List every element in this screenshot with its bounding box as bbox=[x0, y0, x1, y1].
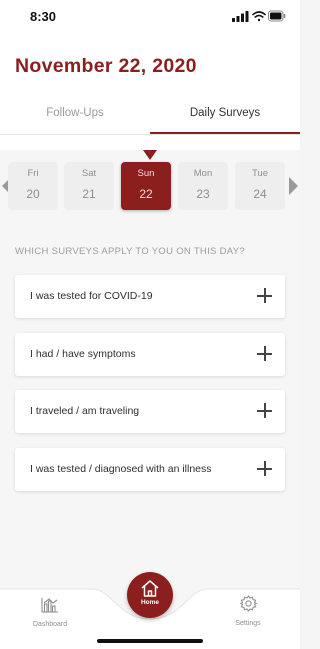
day-sat[interactable]: Sat 21 bbox=[64, 162, 114, 210]
home-icon bbox=[141, 580, 159, 597]
survey-traveled[interactable]: I traveled / am traveling bbox=[15, 390, 285, 433]
day-name: Tue bbox=[251, 168, 269, 179]
plus-icon[interactable] bbox=[257, 461, 272, 476]
day-tue[interactable]: Tue 24 bbox=[235, 162, 285, 210]
tab-divider bbox=[0, 134, 300, 135]
wifi-icon bbox=[252, 11, 266, 22]
survey-tested-covid[interactable]: I was tested for COVID-19 bbox=[15, 275, 285, 318]
day-name: Sat bbox=[81, 168, 97, 179]
survey-label: I traveled / am traveling bbox=[30, 405, 140, 417]
day-mon[interactable]: Mon 23 bbox=[178, 162, 228, 210]
date-title: November 22, 2020 bbox=[15, 55, 197, 77]
day-selector: Fri 20 Sat 21 Sun 22 Mon 23 Tue 24 bbox=[0, 150, 300, 220]
day-number: 24 bbox=[253, 187, 267, 201]
day-name: Sun bbox=[137, 168, 155, 179]
chart-icon bbox=[41, 598, 58, 613]
header: November 22, 2020 Follow-Ups Daily Surve… bbox=[0, 34, 300, 150]
tab-bar: Follow-Ups Daily Surveys bbox=[0, 98, 300, 134]
survey-label: I was tested / diagnosed with an illness bbox=[30, 463, 212, 475]
survey-label: I had / have symptoms bbox=[30, 348, 136, 360]
tab-follow-ups[interactable]: Follow-Ups bbox=[0, 98, 150, 134]
home-button[interactable]: Home bbox=[127, 572, 173, 618]
gear-icon bbox=[239, 595, 257, 612]
day-number: 22 bbox=[139, 187, 153, 201]
day-number: 21 bbox=[82, 187, 96, 201]
app-screen: 8:30 November 22, 2020 Follow-Ups Daily … bbox=[0, 0, 300, 649]
plus-icon[interactable] bbox=[257, 403, 272, 418]
tab-daily-surveys[interactable]: Daily Surveys bbox=[150, 98, 300, 134]
status-bar: 8:30 bbox=[0, 0, 300, 34]
day-number: 23 bbox=[196, 187, 210, 201]
next-day-arrow-icon[interactable] bbox=[289, 177, 298, 195]
selected-day-pointer-icon bbox=[143, 150, 157, 160]
home-label: Home bbox=[140, 599, 160, 606]
nav-dashboard[interactable]: Dashboard bbox=[20, 597, 80, 628]
plus-icon[interactable] bbox=[257, 346, 272, 361]
day-fri[interactable]: Fri 20 bbox=[8, 162, 58, 210]
day-number: 20 bbox=[26, 187, 40, 201]
day-sun[interactable]: Sun 22 bbox=[121, 162, 171, 210]
home-indicator bbox=[97, 639, 203, 643]
battery-icon bbox=[268, 10, 286, 22]
survey-label: I was tested for COVID-19 bbox=[30, 290, 153, 302]
day-name: Mon bbox=[193, 168, 213, 179]
status-icons bbox=[232, 10, 286, 22]
day-name: Fri bbox=[27, 168, 39, 179]
nav-settings-label: Settings bbox=[235, 620, 261, 627]
signal-icon bbox=[232, 11, 249, 22]
nav-settings[interactable]: Settings bbox=[218, 595, 278, 627]
survey-diagnosed-illness[interactable]: I was tested / diagnosed with an illness bbox=[15, 448, 285, 491]
plus-icon[interactable] bbox=[257, 288, 272, 303]
nav-dashboard-label: Dashboard bbox=[32, 621, 68, 628]
status-time: 8:30 bbox=[30, 9, 57, 24]
bottom-navigation: Dashboard Home Settings bbox=[0, 572, 300, 649]
survey-symptoms[interactable]: I had / have symptoms bbox=[15, 333, 285, 376]
survey-question: WHICH SURVEYS APPLY TO YOU ON THIS DAY? bbox=[15, 246, 245, 257]
